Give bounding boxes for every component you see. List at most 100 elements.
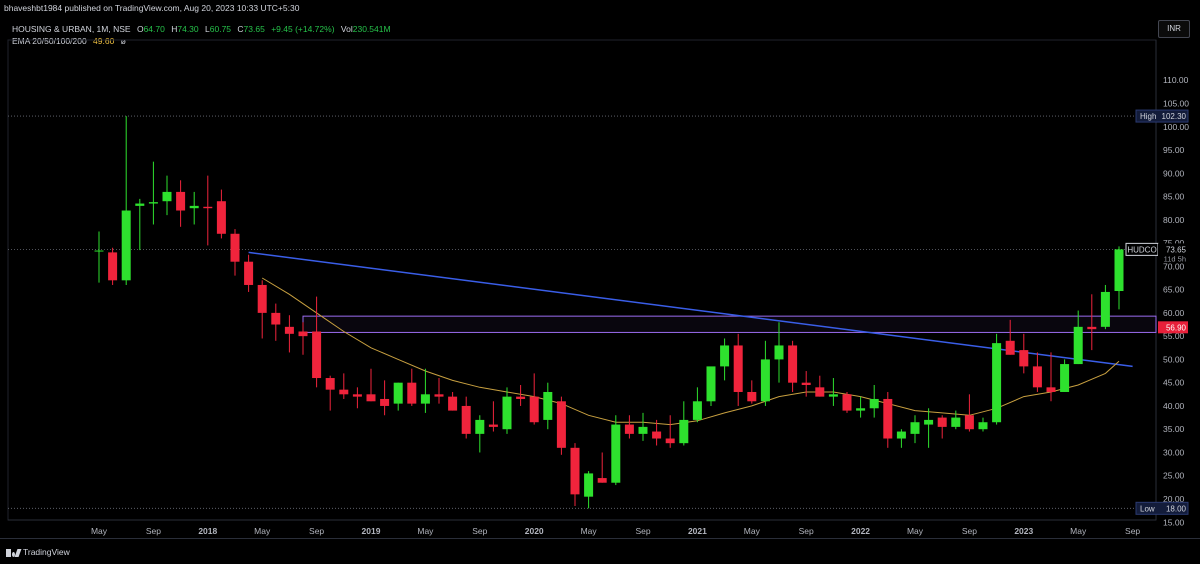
candle-body[interactable] [570,447,580,495]
candle-body[interactable] [543,391,553,420]
candle-body[interactable] [1087,326,1097,330]
candle-body[interactable] [244,261,254,285]
candle-body[interactable] [611,424,621,483]
candlestick-chart[interactable]: 15.0020.0025.0030.0035.0040.0045.0050.00… [0,0,1200,538]
resistance-zone[interactable] [302,315,1157,333]
candle-body[interactable] [747,391,757,402]
candle-body[interactable] [584,473,594,497]
candle-body[interactable] [665,438,675,444]
y-tick-label: 100.00 [1163,122,1189,132]
tradingview-logo[interactable]: TradingView [6,547,70,557]
candle-body[interactable] [856,408,866,411]
x-tick-label: May [254,526,271,536]
candle-body[interactable] [597,478,607,483]
candle-body[interactable] [339,389,349,395]
x-tick-label: Sep [799,526,814,536]
candle-body[interactable] [189,205,199,209]
candle-body[interactable] [94,250,104,252]
candle-body[interactable] [720,345,730,367]
candle-body[interactable] [815,387,825,397]
candle-body[interactable] [1073,326,1083,365]
candle-body[interactable] [788,345,798,383]
x-tick-label: May [744,526,761,536]
y-tick-label: 85.00 [1163,192,1185,202]
tradingview-logo-icon [6,548,22,557]
candle-body[interactable] [461,405,471,434]
candle-body[interactable] [801,382,811,386]
candle-body[interactable] [448,396,458,411]
x-tick-label: May [1070,526,1087,536]
candle-body[interactable] [516,396,526,399]
candle-body[interactable] [774,345,784,360]
candle-body[interactable] [842,394,852,411]
candle-body[interactable] [393,382,403,404]
candle-body[interactable] [924,419,934,425]
x-tick-label: Sep [472,526,487,536]
candle-body[interactable] [135,203,145,206]
candle-body[interactable] [692,401,702,420]
candle-body[interactable] [176,191,186,211]
candle-body[interactable] [624,424,634,434]
candle-body[interactable] [434,394,444,397]
candle-body[interactable] [475,419,485,434]
candle-body[interactable] [896,431,906,439]
candle-body[interactable] [502,396,512,430]
candle-body[interactable] [760,359,770,402]
x-tick-label: May [581,526,598,536]
candle-body[interactable] [978,422,988,430]
y-tick-label: 30.00 [1163,447,1185,457]
candle-body[interactable] [1046,387,1056,392]
candle-body[interactable] [964,415,974,430]
candle-body[interactable] [652,431,662,439]
candle-body[interactable] [325,378,335,390]
candle-body[interactable] [1005,340,1015,355]
symbol-tag-text: HUDCO [1127,245,1156,254]
candle-body[interactable] [257,284,267,313]
candle-body[interactable] [638,426,648,434]
candle-body[interactable] [216,201,226,234]
candle-body[interactable] [529,396,539,423]
x-tick-label: 2018 [198,526,217,536]
candle-body[interactable] [420,394,430,404]
y-tick-label: 45.00 [1163,378,1185,388]
candle-body[interactable] [733,345,743,392]
candle-body[interactable] [203,206,213,209]
candle-body[interactable] [1114,249,1124,292]
candle-body[interactable] [1032,366,1042,388]
y-tick-label: 40.00 [1163,401,1185,411]
candle-body[interactable] [556,401,566,448]
x-tick-label: Sep [962,526,977,536]
candle-body[interactable] [937,417,947,427]
x-tick-label: 2019 [362,526,381,536]
candle-body[interactable] [108,252,118,281]
candle-body[interactable] [910,422,920,434]
candle-body[interactable] [230,233,240,262]
candle-body[interactable] [162,191,172,202]
candle-body[interactable] [679,419,689,444]
candle-body[interactable] [284,326,294,334]
ema-line [261,277,1120,426]
candle-body[interactable] [1060,364,1070,392]
candle-body[interactable] [828,394,838,397]
candle-body[interactable] [298,331,308,337]
candle-body[interactable] [488,424,498,427]
y-tick-label: 25.00 [1163,471,1185,481]
footer-bar [0,538,1200,564]
candle-body[interactable] [883,398,893,439]
candle-body[interactable] [121,210,131,281]
candle-body[interactable] [1019,350,1029,367]
candle-body[interactable] [352,394,362,397]
price-label-high-value: 102.30 [1162,112,1187,121]
candle-body[interactable] [148,202,158,204]
candle-body[interactable] [869,398,879,409]
x-tick-label: 2022 [851,526,870,536]
candle-body[interactable] [271,312,281,325]
candle-body[interactable] [407,382,417,404]
candle-body[interactable] [1100,291,1110,327]
candle-body[interactable] [312,331,322,379]
candle-body[interactable] [380,398,390,406]
candle-body[interactable] [992,343,1002,423]
candle-body[interactable] [951,417,961,427]
candle-body[interactable] [706,366,716,402]
candle-body[interactable] [366,394,376,402]
